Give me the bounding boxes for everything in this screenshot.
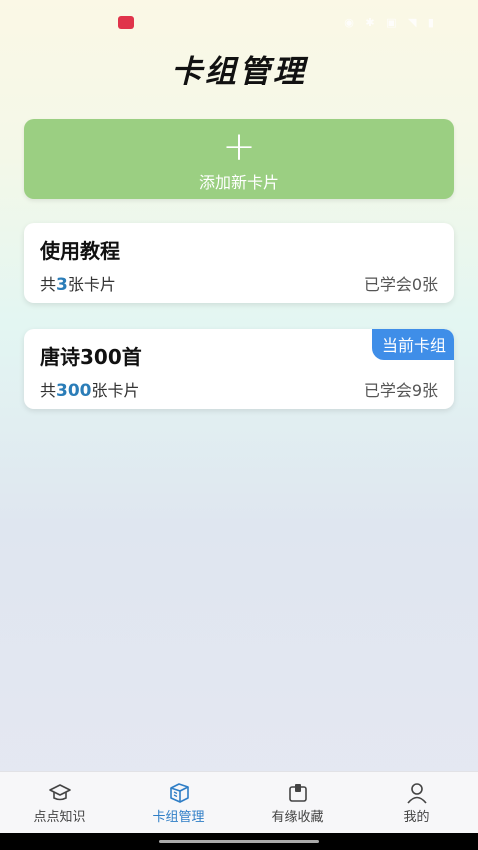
plus-icon: + [222, 124, 256, 170]
user-icon [407, 783, 427, 804]
current-deck-badge: 当前卡组 [371, 329, 454, 360]
status-icons: ◉ ✱ ▣ ◥ ▮ [344, 16, 438, 29]
collection-icon [289, 784, 307, 802]
deck-card-tang-poems[interactable]: 唐诗300首 当前卡组 共300张卡片 已学会9张 [24, 329, 454, 409]
deck-learned-count: 已学会0张 [363, 275, 438, 294]
deck-card-count: 共3张卡片 [40, 275, 116, 295]
deck-name: 唐诗300首 [40, 345, 142, 369]
add-new-card-label: 添加新卡片 [198, 173, 279, 192]
tab-label: 卡组管理 [152, 810, 205, 825]
deck-card-tutorial[interactable]: 使用教程 共3张卡片 已学会0张 [24, 223, 454, 303]
card-stack-icon [170, 783, 189, 803]
graduation-cap-icon [49, 784, 71, 801]
tab-label: 我的 [403, 810, 430, 825]
deck-name: 使用教程 [40, 239, 120, 263]
home-gesture-handle[interactable] [159, 840, 319, 843]
tab-deck-management[interactable]: 卡组管理 [119, 772, 238, 834]
bottom-tab-bar: 点点知识 卡组管理 有缘收藏 我的 [0, 771, 478, 834]
tab-collection[interactable]: 有缘收藏 [238, 772, 357, 834]
tab-label: 点点知识 [33, 810, 86, 825]
deck-learned-count: 已学会9张 [363, 381, 438, 400]
tab-mine[interactable]: 我的 [357, 772, 476, 834]
notification-badge-icon [118, 16, 134, 29]
system-navigation-bar [0, 833, 478, 850]
status-bar: ◉ ✱ ▣ ◥ ▮ [0, 0, 478, 46]
tab-label: 有缘收藏 [271, 810, 324, 825]
add-new-card-button[interactable]: + 添加新卡片 [24, 119, 454, 199]
deck-card-count: 共300张卡片 [40, 381, 140, 401]
tab-knowledge[interactable]: 点点知识 [0, 772, 119, 834]
page-title: 卡组管理 [171, 54, 307, 90]
